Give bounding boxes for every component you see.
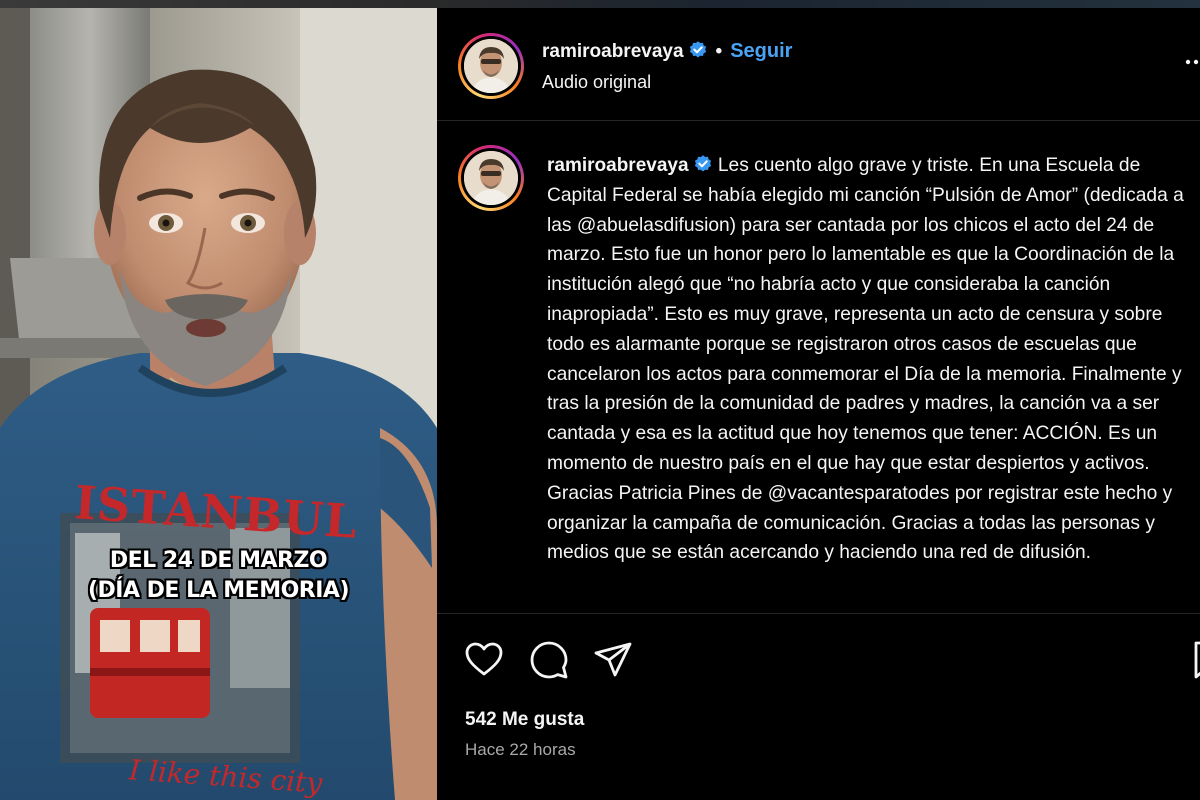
video-caption-line-2: (DÍA DE LA MEMORIA): [87, 578, 350, 603]
avatar-portrait: [464, 39, 518, 93]
caption-text: ramiroabrevaya Les cuento algo grave y t…: [547, 151, 1197, 568]
caption-username[interactable]: ramiroabrevaya: [547, 155, 689, 176]
header-avatar[interactable]: [458, 33, 524, 99]
video-caption-line-1: DEL 24 DE MARZO: [109, 548, 328, 573]
verified-badge-icon: [694, 155, 711, 172]
browser-top-strip: [0, 0, 1200, 8]
verified-badge-icon: [689, 41, 706, 58]
post-timestamp[interactable]: Hace 22 horas: [465, 740, 576, 760]
avatar-border: [461, 36, 521, 96]
paper-plane-icon[interactable]: [593, 640, 633, 680]
header-username[interactable]: ramiroabrevaya: [542, 41, 684, 62]
header-separator: •: [715, 41, 723, 62]
avatar-image: [464, 151, 518, 205]
post-header: ramiroabrevaya • Seguir Audio original: [437, 8, 1200, 121]
heart-icon[interactable]: [464, 640, 504, 680]
avatar-portrait: [464, 151, 518, 205]
video-caption: DEL 24 DE MARZO (DÍA DE LA MEMORIA): [0, 546, 437, 606]
avatar-border: [461, 148, 521, 208]
more-options-icon[interactable]: [1184, 58, 1200, 66]
header-user-line: ramiroabrevaya • Seguir: [542, 40, 792, 63]
caption-avatar[interactable]: [458, 145, 524, 211]
follow-button[interactable]: Seguir: [730, 40, 792, 62]
caption-body: Les cuento algo grave y triste. En una E…: [547, 155, 1190, 564]
comment-icon[interactable]: [529, 640, 569, 680]
audio-link[interactable]: Audio original: [542, 72, 651, 93]
post-sidebar: ramiroabrevaya • Seguir Audio original r…: [437, 8, 1200, 800]
instagram-post-window: ISTANBUL I like this city DEL 24 DE MARZ…: [0, 0, 1200, 800]
reel-video[interactable]: ISTANBUL I like this city DEL 24 DE MARZ…: [0, 8, 437, 800]
bookmark-icon[interactable]: [1189, 640, 1200, 680]
caption-scroll-area[interactable]: ramiroabrevaya Les cuento algo grave y t…: [437, 122, 1200, 614]
post-actions: 542 Me gusta Hace 22 horas: [437, 614, 1200, 800]
video-frame-illustration: ISTANBUL I like this city: [0, 8, 437, 800]
avatar-image: [464, 39, 518, 93]
likes-count[interactable]: 542 Me gusta: [465, 709, 584, 731]
